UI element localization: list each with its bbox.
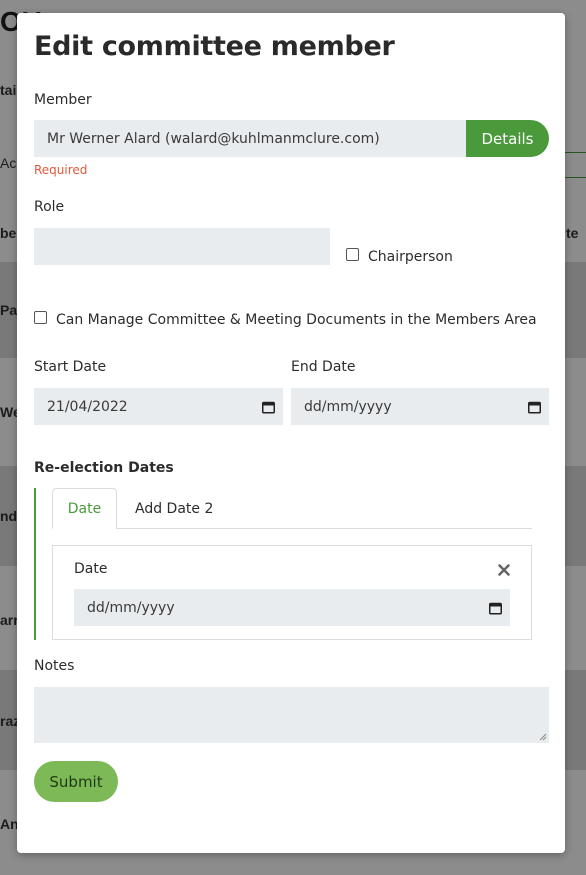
chairperson-label: Chairperson xyxy=(368,249,453,265)
member-label: Member xyxy=(34,92,92,108)
reelection-date-label: Date xyxy=(74,561,108,577)
resize-handle-icon[interactable] xyxy=(539,733,547,741)
reelection-heading: Re-election Dates xyxy=(34,460,174,476)
start-date-input[interactable]: 21/04/2022 xyxy=(34,388,283,425)
calendar-icon[interactable] xyxy=(528,400,541,413)
manage-documents-label: Can Manage Committee & Meeting Documents… xyxy=(56,312,537,328)
end-date-placeholder: dd/mm/yyyy xyxy=(304,398,392,415)
role-input[interactable] xyxy=(34,228,330,265)
end-date-input[interactable]: dd/mm/yyyy xyxy=(291,388,549,425)
end-date-label: End Date xyxy=(291,359,356,375)
reelection-date-placeholder: dd/mm/yyyy xyxy=(87,599,175,616)
start-date-label: Start Date xyxy=(34,359,107,375)
notes-textarea[interactable] xyxy=(34,687,549,743)
details-button[interactable]: Details xyxy=(466,120,549,157)
calendar-icon[interactable] xyxy=(489,601,502,614)
member-field[interactable]: Mr Werner Alard (walard@kuhlmanmclure.co… xyxy=(34,120,467,157)
close-icon[interactable] xyxy=(497,563,511,577)
required-message: Required xyxy=(34,163,88,177)
tab-add-date-2[interactable]: Add Date 2 xyxy=(123,488,225,529)
start-date-value: 21/04/2022 xyxy=(47,398,128,415)
reelection-date-input[interactable]: dd/mm/yyyy xyxy=(74,589,510,626)
calendar-icon[interactable] xyxy=(262,400,275,413)
submit-button[interactable]: Submit xyxy=(34,761,118,802)
chairperson-checkbox[interactable] xyxy=(346,248,359,261)
notes-label: Notes xyxy=(34,658,75,674)
member-value: Mr Werner Alard (walard@kuhlmanmclure.co… xyxy=(47,130,380,147)
tab-date[interactable]: Date xyxy=(52,488,117,529)
modal-title: Edit committee member xyxy=(34,31,395,62)
role-label: Role xyxy=(34,199,65,215)
manage-documents-checkbox[interactable] xyxy=(34,311,47,324)
edit-committee-member-modal: Edit committee member Member Mr Werner A… xyxy=(17,13,565,853)
